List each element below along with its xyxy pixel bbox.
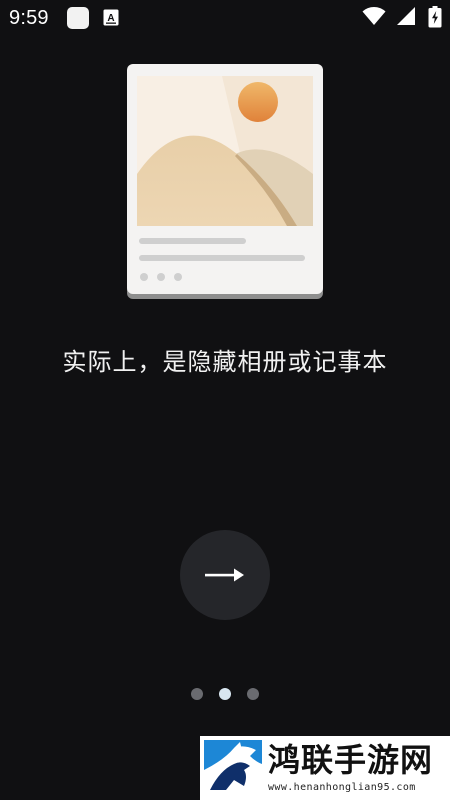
arrow-right-icon [205,568,244,582]
watermark-title: 鸿联手游网 [268,741,434,779]
next-button[interactable] [180,530,270,620]
horse-logo-icon [204,740,262,796]
gallery-card-illustration [127,64,323,299]
watermark-url: www.henanhonglian95.com [268,782,416,793]
cellular-signal-icon [397,7,415,25]
battery-icon [428,6,442,28]
text-notification-icon: A [103,9,119,26]
page-indicator [0,688,450,702]
onboarding-headline: 实际上，是隐藏相册或记事本 [62,348,388,376]
wifi-icon [362,7,386,25]
page-dot-2-active[interactable] [219,688,231,700]
status-time: 9:59 [9,7,49,29]
page-dot-3[interactable] [247,688,259,700]
page-dot-1[interactable] [191,688,203,700]
site-watermark: 鸿联手游网 www.henanhonglian95.com [200,736,450,800]
svg-text:A: A [107,13,114,24]
app-notification-icon [67,7,89,29]
status-bar: 9:59 A [0,0,450,36]
